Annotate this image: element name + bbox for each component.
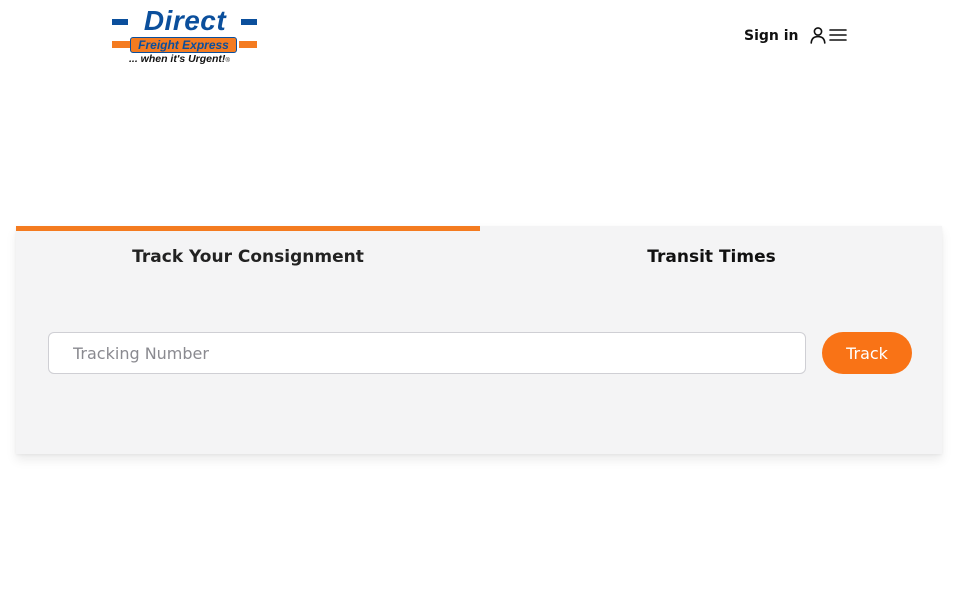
hamburger-menu-icon[interactable] (829, 27, 847, 43)
user-icon[interactable] (809, 26, 827, 44)
logo-bar-right (239, 41, 257, 48)
track-button[interactable]: Track (822, 332, 912, 374)
logo-dash-left (112, 19, 128, 25)
tab-track-your-consignment[interactable]: Track Your Consignment (16, 226, 480, 286)
logo-tagline: ... when it's Urgent!® (129, 52, 259, 68)
sign-in-link[interactable]: Sign in (744, 26, 799, 46)
logo-wordmark: Direct (111, 5, 257, 37)
tracking-widget: Track Your Consignment Transit Times Tra… (16, 226, 942, 454)
logo-bar-left (112, 41, 130, 48)
tab-transit-times[interactable]: Transit Times (480, 226, 943, 286)
logo-tagline-text: ... when it's Urgent! (129, 53, 226, 65)
tracking-number-input[interactable] (48, 332, 806, 374)
site-header: Direct Freight Express ... when it's Urg… (0, 0, 960, 72)
direct-freight-express-logo[interactable]: Direct Freight Express ... when it's Urg… (111, 5, 259, 68)
logo-registered-mark: ® (225, 58, 230, 64)
logo-band-text: Freight Express (130, 37, 237, 53)
logo-dash-right (241, 19, 257, 25)
logo-word: Direct (143, 5, 227, 36)
